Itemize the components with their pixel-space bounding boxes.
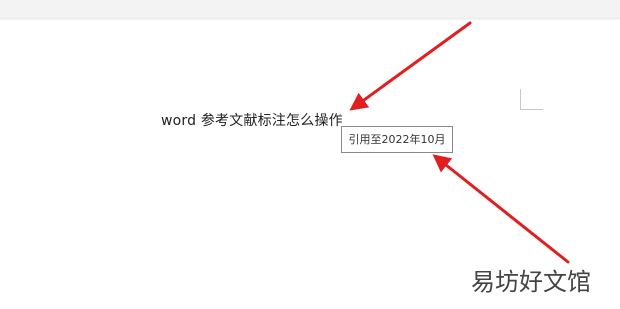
arrow-to-tooltip: [432, 154, 570, 264]
watermark-logo-text: 易坊好文馆: [471, 268, 591, 296]
arrow-to-reference-mark: [349, 21, 472, 111]
